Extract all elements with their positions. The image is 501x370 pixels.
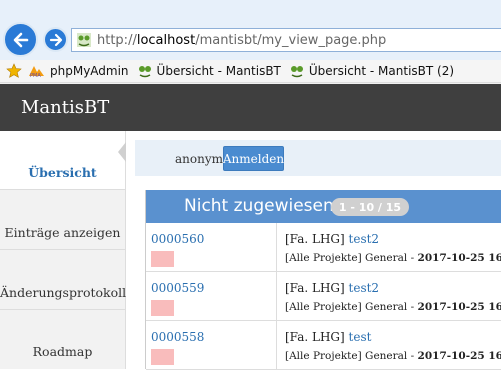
table-row: 0000558 [Fa. LHG] test [Alle Projekte] G… bbox=[146, 321, 501, 370]
address-bar[interactable]: http://localhost/mantisbt/my_view_page.p… bbox=[71, 28, 501, 52]
mantis-icon bbox=[290, 66, 303, 78]
mantis-favicon-icon bbox=[77, 33, 91, 47]
url-host: localhost bbox=[136, 32, 196, 48]
table-row: 0000560 [Fa. LHG] test2 [Alle Projekte] … bbox=[146, 223, 501, 272]
id-cell: 0000559 bbox=[146, 272, 277, 321]
issue-summary-line: [Fa. LHG] test2 bbox=[285, 232, 380, 246]
sidebar-active-indicator bbox=[118, 142, 126, 162]
issue-id-link[interactable]: 0000560 bbox=[151, 232, 204, 246]
widget-count-badge: 1 - 10 / 15 bbox=[331, 198, 409, 216]
sidebar-item-eintraege[interactable]: Einträge anzeigen bbox=[0, 190, 125, 250]
sidebar-item-roadmap[interactable]: Roadmap bbox=[0, 310, 125, 369]
mantis-icon bbox=[138, 66, 151, 78]
priority-swatch bbox=[151, 251, 174, 267]
user-label: anonym bbox=[175, 152, 223, 166]
issue-meta-line: [Alle Projekte] General - 2017-10-25 16:… bbox=[285, 350, 501, 362]
issue-summary-link[interactable]: test2 bbox=[349, 232, 380, 246]
sidebar: Übersicht Einträge anzeigen Änderungspro… bbox=[0, 131, 126, 369]
bookmarks-bar: PMA phpMyAdmin Übersicht - MantisBT Über… bbox=[0, 60, 501, 83]
forward-arrow-icon bbox=[49, 33, 62, 46]
widget-title[interactable]: Nicht zugewiesen bbox=[184, 196, 334, 216]
sidebar-item-uebersicht[interactable]: Übersicht bbox=[0, 131, 125, 190]
id-cell: 0000558 bbox=[146, 321, 277, 370]
issue-meta-line: [Alle Projekte] General - 2017-10-25 16:… bbox=[285, 301, 501, 313]
bookmark-mantis-1[interactable]: Übersicht - MantisBT bbox=[137, 63, 281, 79]
issue-id-link[interactable]: 0000559 bbox=[151, 281, 204, 295]
back-button[interactable] bbox=[3, 22, 38, 57]
sidebar-item-aenderungsprotokoll[interactable]: Änderungsprotokoll bbox=[0, 250, 126, 310]
app-header: MantisBT bbox=[0, 84, 501, 131]
bookmark-mantis-2[interactable]: Übersicht - MantisBT (2) bbox=[289, 63, 454, 79]
issue-summary-line: [Fa. LHG] test bbox=[285, 330, 372, 344]
svg-text:PMA: PMA bbox=[30, 73, 41, 78]
issue-summary-line: [Fa. LHG] test2 bbox=[285, 281, 380, 295]
issue-summary-link[interactable]: test2 bbox=[349, 281, 380, 295]
table-row: 0000559 [Fa. LHG] test2 [Alle Projekte] … bbox=[146, 272, 501, 321]
issue-summary-link[interactable]: test bbox=[349, 330, 372, 344]
unassigned-widget: Nicht zugewiesen 1 - 10 / 15 0000560 [Fa… bbox=[145, 190, 501, 370]
login-button[interactable]: Anmelden bbox=[223, 146, 284, 171]
url-prefix: http:// bbox=[97, 32, 137, 48]
app-title[interactable]: MantisBT bbox=[21, 97, 109, 118]
favorites-star-icon[interactable] bbox=[6, 63, 22, 79]
issue-id-link[interactable]: 0000558 bbox=[151, 330, 204, 344]
issue-meta-line: [Alle Projekte] General - 2017-10-25 16:… bbox=[285, 252, 501, 264]
widget-header: Nicht zugewiesen 1 - 10 / 15 bbox=[146, 190, 501, 223]
url-path: /mantisbt/my_view_page.php bbox=[195, 32, 387, 48]
priority-swatch bbox=[151, 349, 174, 365]
forward-button[interactable] bbox=[43, 27, 68, 52]
browser-chrome: http://localhost/mantisbt/my_view_page.p… bbox=[0, 0, 501, 84]
back-arrow-icon bbox=[13, 32, 28, 47]
id-cell: 0000560 bbox=[146, 223, 277, 272]
bookmark-phpmyadmin[interactable]: PMA phpMyAdmin bbox=[28, 64, 129, 78]
phpmyadmin-icon: PMA bbox=[29, 66, 44, 78]
priority-swatch bbox=[151, 300, 174, 316]
